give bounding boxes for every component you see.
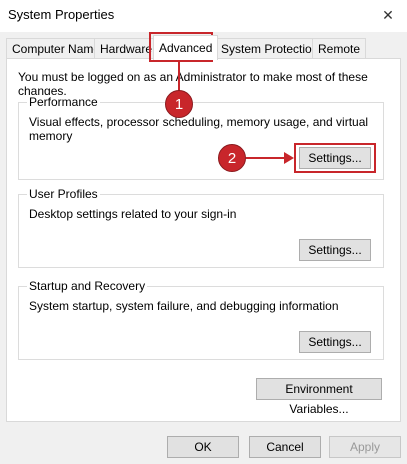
callout-badge-1: 1 (165, 90, 193, 118)
title-bar: System Properties ✕ (0, 0, 407, 32)
user-profiles-description: Desktop settings related to your sign-in (29, 207, 237, 221)
close-icon[interactable]: ✕ (377, 4, 399, 26)
startup-recovery-settings-button[interactable]: Settings... (299, 331, 371, 353)
settings-button-highlight (294, 143, 376, 173)
startup-recovery-description: System startup, system failure, and debu… (29, 299, 339, 313)
tab-remote[interactable]: Remote (312, 38, 367, 59)
admin-notice: You must be logged on as an Administrato… (18, 70, 368, 98)
startup-recovery-group-label: Startup and Recovery (27, 279, 148, 293)
user-profiles-group-label: User Profiles (27, 187, 100, 201)
cancel-button[interactable]: Cancel (249, 436, 321, 458)
performance-group-label: Performance (27, 95, 100, 109)
user-profiles-group: User Profiles Desktop settings related t… (18, 187, 384, 268)
tab-advanced[interactable]: Advanced (153, 35, 219, 60)
environment-variables-button[interactable]: Environment Variables... (256, 378, 382, 416)
user-profiles-settings-button[interactable]: Settings... (299, 239, 371, 261)
window-title: System Properties (8, 7, 115, 22)
tab-computer-name[interactable]: Computer Name (6, 38, 107, 59)
tab-system-protection[interactable]: System Protection (215, 38, 325, 59)
performance-description: Visual effects, processor scheduling, me… (29, 115, 369, 143)
startup-recovery-group: Startup and Recovery System startup, sys… (18, 279, 384, 360)
callout-1-pointer (178, 62, 180, 92)
apply-button: Apply (329, 436, 401, 458)
ok-button[interactable]: OK (167, 436, 239, 458)
arrow-head-icon (284, 152, 294, 164)
callout-badge-2: 2 (218, 144, 246, 172)
system-properties-window: System Properties ✕ Computer Name Hardwa… (0, 0, 407, 464)
